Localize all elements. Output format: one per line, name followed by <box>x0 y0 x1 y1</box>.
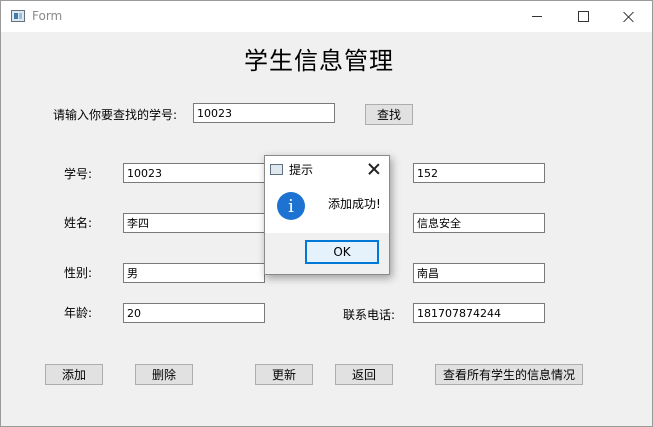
delete-button[interactable]: 删除 <box>135 364 193 385</box>
back-button[interactable]: 返回 <box>335 364 393 385</box>
student-id-field[interactable] <box>123 163 265 183</box>
right-field-3[interactable] <box>413 263 545 283</box>
maximize-button[interactable] <box>560 1 606 32</box>
message-dialog: 提示 i 添加成功! OK <box>264 155 390 275</box>
window-title: Form <box>32 9 63 23</box>
phone-label: 联系电话: <box>343 308 396 322</box>
phone-field[interactable] <box>413 303 545 323</box>
close-icon <box>623 11 635 23</box>
gender-label: 性别: <box>64 266 93 280</box>
gender-field[interactable] <box>123 263 265 283</box>
search-input[interactable] <box>193 103 335 123</box>
search-button[interactable]: 查找 <box>365 104 413 125</box>
view-all-button[interactable]: 查看所有学生的信息情况 <box>435 364 583 385</box>
search-label: 请输入你要查找的学号: <box>53 108 178 122</box>
page-title: 学生信息管理 <box>244 47 394 75</box>
add-button[interactable]: 添加 <box>45 364 103 385</box>
dialog-title: 提示 <box>289 163 314 177</box>
title-bar[interactable]: Form <box>1 1 652 32</box>
age-label: 年龄: <box>64 306 93 320</box>
info-icon: i <box>277 192 305 220</box>
student-id-label: 学号: <box>64 167 93 181</box>
name-field[interactable] <box>123 213 265 233</box>
name-label: 姓名: <box>64 216 93 230</box>
right-field-2[interactable] <box>413 213 545 233</box>
ok-button[interactable]: OK <box>305 240 379 264</box>
update-button[interactable]: 更新 <box>255 364 313 385</box>
minimize-button[interactable] <box>514 1 560 32</box>
age-field[interactable] <box>123 303 265 323</box>
dialog-app-icon <box>270 164 283 175</box>
dialog-message: 添加成功! <box>328 197 381 211</box>
close-button[interactable] <box>606 1 652 32</box>
app-icon <box>11 10 25 22</box>
dialog-close-icon[interactable] <box>367 162 381 176</box>
right-field-1[interactable] <box>413 163 545 183</box>
minimize-icon <box>532 16 542 17</box>
maximize-icon <box>577 11 589 22</box>
